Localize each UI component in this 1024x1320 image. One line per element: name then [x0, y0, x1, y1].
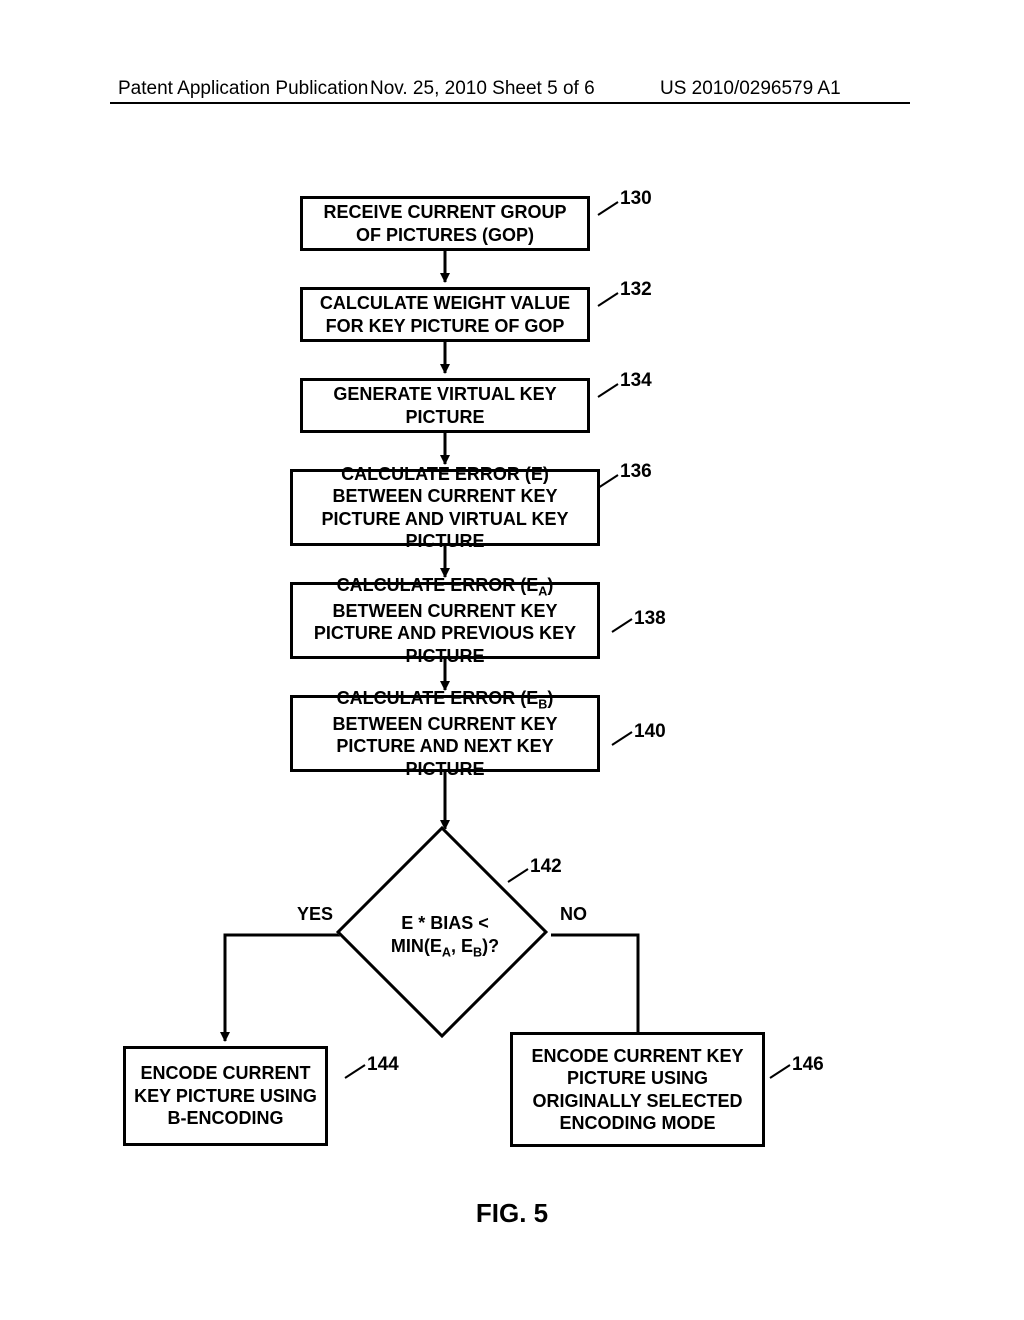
step-receive-gop: RECEIVE CURRENT GROUP OF PICTURES (GOP): [300, 196, 590, 251]
step-text: CALCULATE ERROR (E) BETWEEN CURRENT KEY …: [301, 463, 589, 553]
ref-134: 134: [620, 370, 652, 392]
ref-144: 144: [367, 1054, 399, 1076]
step-text: CALCULATE WEIGHT VALUE FOR KEY PICTURE O…: [311, 292, 579, 337]
step-encode-b: ENCODE CURRENT KEY PICTURE USING B-ENCOD…: [123, 1046, 328, 1146]
ref-140: 140: [634, 721, 666, 743]
ref-142: 142: [530, 856, 562, 878]
label-no: NO: [560, 904, 587, 925]
step-encode-original: ENCODE CURRENT KEY PICTURE USING ORIGINA…: [510, 1032, 765, 1147]
step-calc-weight: CALCULATE WEIGHT VALUE FOR KEY PICTURE O…: [300, 287, 590, 342]
step-text: ENCODE CURRENT KEY PICTURE USING B-ENCOD…: [134, 1062, 317, 1130]
label-yes: YES: [297, 904, 333, 925]
step-calc-error-e: CALCULATE ERROR (E) BETWEEN CURRENT KEY …: [290, 469, 600, 546]
ref-138: 138: [634, 608, 666, 630]
decision-text: E * BIAS < MIN(EA, EB)?: [345, 912, 545, 961]
ref-130: 130: [620, 188, 652, 210]
ref-146: 146: [792, 1054, 824, 1076]
step-calc-error-ea: CALCULATE ERROR (EA) BETWEEN CURRENT KEY…: [290, 582, 600, 659]
step-text: ENCODE CURRENT KEY PICTURE USING ORIGINA…: [521, 1045, 754, 1135]
step-text: GENERATE VIRTUAL KEY PICTURE: [311, 383, 579, 428]
step-text: CALCULATE ERROR (EA) BETWEEN CURRENT KEY…: [301, 574, 589, 668]
step-text: CALCULATE ERROR (EB) BETWEEN CURRENT KEY…: [301, 687, 589, 781]
step-calc-error-eb: CALCULATE ERROR (EB) BETWEEN CURRENT KEY…: [290, 695, 600, 772]
ref-132: 132: [620, 279, 652, 301]
step-text: RECEIVE CURRENT GROUP OF PICTURES (GOP): [311, 201, 579, 246]
step-generate-virtual: GENERATE VIRTUAL KEY PICTURE: [300, 378, 590, 433]
figure-label: FIG. 5: [0, 1198, 1024, 1229]
ref-136: 136: [620, 461, 652, 483]
